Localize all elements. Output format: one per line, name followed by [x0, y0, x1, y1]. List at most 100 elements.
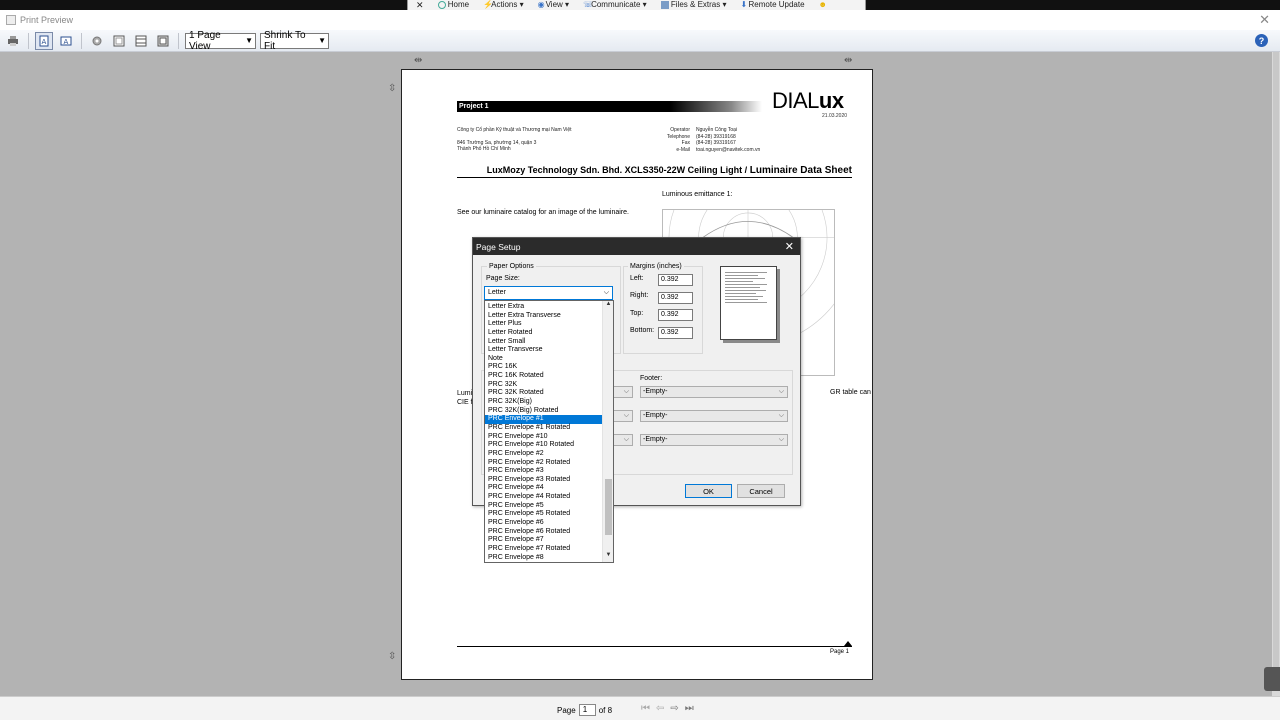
landscape-button[interactable]: A [57, 32, 75, 50]
remote-close-icon[interactable]: ✕ [416, 1, 424, 10]
paper-size-option[interactable]: Letter Plus [485, 320, 602, 329]
page-preview-thumbnail [720, 266, 777, 340]
app-icon [6, 15, 16, 25]
bottom-margin-input[interactable]: 0.392 [658, 327, 693, 339]
paper-size-option[interactable]: PRC Envelope #8 [485, 554, 602, 562]
dialog-close-button[interactable]: ✕ [785, 240, 794, 253]
page-size-dropdown-list[interactable]: Letter Extra Letter Extra Transverse Lette… [484, 300, 614, 563]
paper-size-option[interactable]: Letter Transverse [485, 346, 602, 355]
scrollbar-thumb[interactable] [1273, 52, 1279, 672]
paper-size-option[interactable]: PRC 32K Rotated [485, 389, 602, 398]
paper-size-option[interactable]: Letter Rotated [485, 329, 602, 338]
paper-size-option[interactable]: PRC Envelope #4 [485, 484, 602, 493]
page-number-input[interactable]: 1 [578, 704, 596, 716]
toolbar-separator [81, 32, 82, 49]
paper-size-option[interactable]: PRC 32K(Big) [485, 398, 602, 407]
paper-size-option[interactable]: PRC Envelope #1 [485, 415, 602, 424]
paper-size-option[interactable]: PRC Envelope #5 Rotated [485, 510, 602, 519]
remote-menu-communicate[interactable]: ☏Communicate ▾ [583, 1, 647, 9]
top-margin-input[interactable]: 0.392 [658, 309, 693, 321]
preview-line [725, 299, 758, 300]
first-page-icon[interactable]: ⏮ [641, 703, 650, 714]
contact-labels: Operator Telephone Fax e-Mail [666, 127, 690, 153]
smiley-icon[interactable]: ☻ [819, 1, 827, 9]
phone-icon: ☏ [583, 0, 594, 9]
preview-line [725, 296, 763, 297]
header-footer-button[interactable] [132, 32, 150, 50]
print-button[interactable] [4, 32, 22, 50]
paper-size-option[interactable]: PRC 32K [485, 381, 602, 390]
portrait-page-icon: A [39, 35, 49, 46]
scroll-down-icon[interactable]: ▼ [603, 552, 613, 562]
last-page-icon[interactable]: ⏭ [685, 703, 694, 714]
full-page-button[interactable] [154, 32, 172, 50]
paper-size-option[interactable]: PRC 16K [485, 363, 602, 372]
margin-handle-icon[interactable]: ⇹ [414, 55, 422, 66]
right-margin-input[interactable]: 0.392 [658, 292, 693, 304]
page-size-label: Page Size: [486, 275, 520, 282]
paper-size-option[interactable]: Note [485, 355, 602, 364]
footer-combo-3[interactable]: -Empty- ⌵ [640, 434, 788, 446]
window-close-button[interactable]: ✕ [1259, 12, 1270, 28]
ok-button[interactable]: OK [685, 484, 732, 498]
paper-size-option[interactable]: PRC Envelope #10 Rotated [485, 441, 602, 450]
margins-button[interactable] [110, 32, 128, 50]
help-button[interactable]: ? [1255, 34, 1268, 47]
paper-size-option[interactable]: PRC Envelope #2 Rotated [485, 459, 602, 468]
paper-size-option[interactable]: PRC 16K Rotated [485, 372, 602, 381]
vertical-scrollbar[interactable] [1272, 52, 1280, 696]
paper-size-option[interactable]: PRC Envelope #2 [485, 450, 602, 459]
remote-menu-view[interactable]: ◉View ▾ [538, 1, 569, 9]
svg-text:A: A [42, 38, 47, 46]
paper-size-option[interactable]: PRC Envelope #3 [485, 467, 602, 476]
paper-size-option[interactable]: PRC Envelope #7 Rotated [485, 545, 602, 554]
left-margin-label: Left: [630, 275, 644, 282]
paper-size-option[interactable]: Letter Extra [485, 303, 602, 312]
paper-size-option[interactable]: PRC 32K(Big) Rotated [485, 407, 602, 416]
page-setup-button[interactable] [88, 32, 106, 50]
footer-triangle-icon [844, 641, 852, 646]
paper-size-option[interactable]: PRC Envelope #5 [485, 502, 602, 511]
cancel-button[interactable]: Cancel [737, 484, 785, 498]
paper-size-option[interactable]: PRC Envelope #6 Rotated [485, 528, 602, 537]
next-page-icon[interactable]: ⇨ [670, 703, 678, 714]
portrait-button[interactable]: A [35, 31, 53, 50]
previous-page-icon[interactable]: ⇦ [656, 703, 664, 714]
paper-size-option[interactable]: PRC Envelope #6 [485, 519, 602, 528]
chevron-down-icon: ⌵ [778, 388, 784, 395]
remote-menu-actions[interactable]: ⚡Actions ▾ [483, 1, 523, 9]
paper-size-option[interactable]: PRC Envelope #7 [485, 536, 602, 545]
paper-size-option[interactable]: Letter Small [485, 338, 602, 347]
remote-menu-home[interactable]: Home [437, 1, 469, 9]
remote-menu-update[interactable]: ⬇Remote Update [741, 1, 805, 9]
scroll-up-icon[interactable]: ▲ [603, 301, 613, 311]
footer-combo-1[interactable]: -Empty- ⌵ [640, 386, 788, 398]
chevron-down-icon: ⌵ [603, 289, 609, 296]
paper-size-option[interactable]: PRC Envelope #3 Rotated [485, 476, 602, 485]
paper-size-option[interactable]: PRC Envelope #4 Rotated [485, 493, 602, 502]
chevron-down-icon: ⌵ [623, 436, 629, 443]
top-margin-label: Top: [630, 310, 644, 317]
page-view-select[interactable]: 1 Page View ▼ [185, 30, 256, 52]
paper-size-option[interactable]: Letter Extra Transverse [485, 312, 602, 321]
margin-handle-icon[interactable]: ⇳ [388, 83, 396, 94]
left-margin-input[interactable]: 0.392 [658, 274, 693, 286]
margin-handle-icon[interactable]: ⇹ [844, 55, 852, 66]
document-date: 21.03.2020 [822, 113, 848, 119]
dropdown-scrollbar[interactable]: ▲ ▼ [602, 301, 613, 562]
window-titlebar: Print Preview ✕ [0, 10, 1280, 30]
paper-options-label: Paper Options [487, 263, 536, 270]
side-panel-tab[interactable] [1264, 667, 1280, 691]
fit-mode-select[interactable]: Shrink To Fit ▼ [260, 30, 329, 52]
page-size-combo[interactable]: Letter ⌵ [484, 286, 613, 300]
remote-menu-files[interactable]: Files & Extras ▾ [660, 1, 727, 9]
preview-line [725, 275, 758, 276]
page-navigation: ⏮ ⇦ ⇨ ⏭ [641, 703, 694, 714]
margin-handle-icon[interactable]: ⇳ [388, 651, 396, 662]
dropdown-scroll-thumb[interactable] [605, 479, 612, 535]
luminous-emittance-label: Luminous emittance 1: [662, 191, 733, 198]
paper-size-option[interactable]: PRC Envelope #1 Rotated [485, 424, 602, 433]
footer-label: Footer: [640, 375, 663, 382]
paper-size-option[interactable]: PRC Envelope #10 [485, 433, 602, 442]
footer-combo-2[interactable]: -Empty- ⌵ [640, 410, 788, 422]
